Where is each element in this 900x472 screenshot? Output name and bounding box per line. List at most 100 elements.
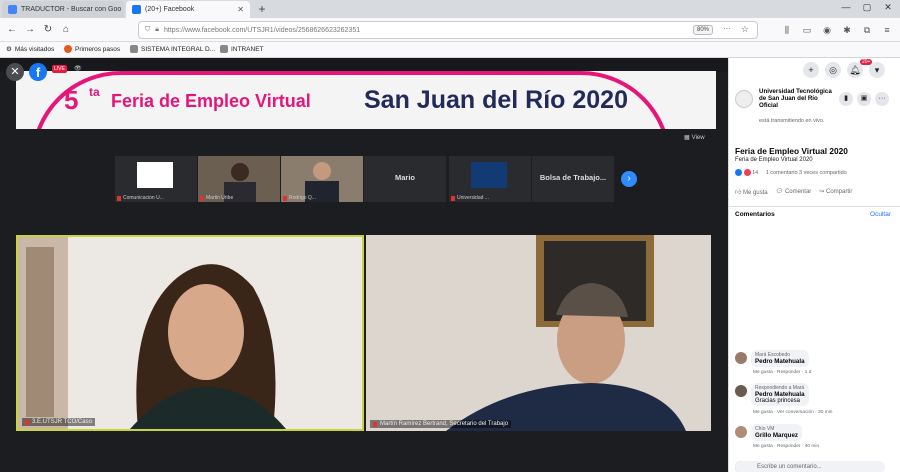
- like-label: Me gusta: [742, 190, 768, 196]
- share-icon: ↪: [819, 189, 825, 195]
- create-icon[interactable]: +: [803, 62, 819, 78]
- bookmark-label: Más visitados: [14, 45, 55, 53]
- tab-strip: TRADUCTOR - Buscar con Goo ✕ (20+) Faceb…: [0, 0, 900, 18]
- minimize-button[interactable]: —: [836, 2, 856, 12]
- comment-meta[interactable]: Me gusta · Responder · 40 min: [753, 444, 819, 449]
- post-subtitle: Feria de Empleo Virtual 2020: [735, 157, 813, 163]
- participant-thumbnail[interactable]: Bolsa de Trabajo...: [532, 156, 614, 202]
- comment-text: Gracias princesa: [755, 398, 801, 404]
- page-icon: [130, 45, 138, 53]
- comment-bubble: Respondiendo a Mará Pedro Matehuala Grac…: [751, 383, 809, 406]
- firefox-icon: [64, 45, 72, 53]
- library-icon[interactable]: ⫼: [780, 23, 794, 37]
- mic-muted-icon: [25, 419, 29, 425]
- browser-toolbar: ← → ↻ ⌂ ⛉ 🔒︎ https://www.facebook.com/UT…: [0, 18, 900, 42]
- page-avatar[interactable]: [735, 90, 753, 108]
- participant-name: Universidad ...: [457, 195, 489, 201]
- participant-thumbnail[interactable]: Martin Uribe: [198, 156, 280, 202]
- tab-label: TRADUCTOR - Buscar con Goo: [21, 6, 122, 13]
- participant-strip: Comunicacion U... Martin Uribe Rodrigo Q…: [0, 156, 728, 202]
- comment-meta[interactable]: Me gusta · Responder · 1 d: [753, 370, 811, 375]
- comments-shares-count[interactable]: 1 comentario 3 veces compartido: [766, 170, 847, 176]
- close-window-button[interactable]: ✕: [878, 2, 898, 13]
- reload-button[interactable]: ↻: [40, 22, 56, 38]
- account-menu-icon[interactable]: ▾: [869, 62, 885, 78]
- banner-superscript: ta: [89, 85, 100, 99]
- home-icon[interactable]: ⌂: [58, 22, 74, 38]
- like-button[interactable]: 👍︎ Me gusta: [735, 188, 768, 196]
- messenger-icon[interactable]: ◎: [825, 62, 841, 78]
- comment-author[interactable]: Pedro Matehuala: [755, 358, 805, 365]
- maximize-button[interactable]: ▢: [857, 2, 877, 13]
- next-participants-button[interactable]: ›: [621, 171, 637, 187]
- reactions-row[interactable]: 14 1 comentario 3 veces compartido: [735, 169, 895, 176]
- close-tab-icon[interactable]: ✕: [237, 5, 244, 14]
- share-button[interactable]: ↪ Compartir: [819, 188, 852, 196]
- speaker-tile[interactable]: Martín Ramírez Bertrand, Secretario del …: [366, 235, 711, 431]
- hide-comments-button[interactable]: Ocultar: [870, 211, 891, 218]
- comment-icon: 💬︎: [775, 189, 784, 195]
- view-toggle-button[interactable]: ▦ View: [684, 134, 705, 142]
- mic-muted-icon: [451, 195, 455, 201]
- comment-bubble: Chío VM Grillo Marquez: [751, 424, 802, 441]
- close-player-button[interactable]: ✕: [6, 63, 24, 81]
- participant-thumbnail[interactable]: Rodrigo Q...: [281, 156, 363, 202]
- avatar[interactable]: [735, 352, 747, 364]
- more-options-icon[interactable]: ···: [875, 92, 889, 106]
- save-icon[interactable]: ▮: [839, 92, 853, 106]
- video-player[interactable]: ✕ f LIVE 👁︎ 5 ta Feria de Empleo Virtual…: [0, 58, 728, 472]
- bookmark-item[interactable]: Primeros pasos: [64, 45, 120, 53]
- participant-thumbnail[interactable]: Universidad ...: [449, 156, 531, 202]
- bookmark-item[interactable]: INTRANET: [220, 45, 264, 53]
- new-tab-button[interactable]: +: [254, 1, 270, 17]
- sidebar-icon[interactable]: ▭: [800, 23, 814, 37]
- page-name[interactable]: Universidad Tecnológica de San Juan del …: [759, 88, 833, 109]
- account-icon[interactable]: ◉: [820, 23, 834, 37]
- thumbs-up-icon: 👍︎: [735, 190, 742, 196]
- mic-muted-icon: [373, 421, 377, 427]
- participant-name: Mario: [394, 173, 415, 182]
- avatar[interactable]: [735, 426, 747, 438]
- page-icon: [220, 45, 228, 53]
- participant-name: Comunicacion U...: [123, 195, 164, 201]
- page-actions-icon[interactable]: ···: [723, 24, 731, 33]
- bookmark-label: SISTEMA INTEGRAL D...: [141, 45, 216, 53]
- sidebar-top-bar: + ◎ 🔔︎ 20+ ▾: [729, 58, 900, 84]
- lock-icon: 🔒︎: [155, 26, 159, 33]
- speaker-video: [18, 237, 362, 429]
- mic-muted-icon: [200, 195, 204, 201]
- comment-author[interactable]: Grillo Marquez: [755, 432, 798, 439]
- post-actions: 👍︎ Me gusta 💬︎ Comentar ↪ Compartir: [735, 188, 895, 196]
- participant-thumbnail[interactable]: Mario: [364, 156, 446, 202]
- tab-traductor[interactable]: TRADUCTOR - Buscar con Goo ✕: [2, 1, 124, 18]
- comment-meta[interactable]: Me gusta · Ver conversación · 30 min: [753, 410, 832, 415]
- speaker-tile[interactable]: 3.E.UTSJR TCO/Caso: [16, 235, 364, 431]
- grid-icon: ▦: [684, 135, 690, 141]
- screenshot-icon[interactable]: ⧉: [860, 23, 874, 37]
- bookmark-item[interactable]: SISTEMA INTEGRAL D...: [130, 45, 215, 53]
- forward-button[interactable]: →: [22, 22, 38, 38]
- participant-name: Martin Uribe: [206, 195, 234, 201]
- save-video-icon[interactable]: ▣: [857, 92, 871, 106]
- tab-facebook[interactable]: (20+) Facebook ✕: [126, 1, 250, 18]
- banner-city-year: San Juan del Río 2020: [364, 86, 628, 114]
- extension-icon[interactable]: ✱: [840, 23, 854, 37]
- url-text: https://www.facebook.com/UTSJR1/videos/2…: [163, 26, 361, 34]
- comment-button[interactable]: 💬︎ Comentar: [776, 188, 812, 196]
- back-button[interactable]: ←: [4, 22, 20, 38]
- bookmark-star-icon[interactable]: ☆: [741, 24, 749, 35]
- bookmark-item[interactable]: ⚙ Más visitados: [6, 45, 55, 54]
- player-top-bar: [0, 58, 728, 72]
- speaker-name: 3.E.UTSJR TCO/Caso: [32, 419, 92, 425]
- avatar[interactable]: [735, 385, 747, 397]
- zoom-level[interactable]: 80%: [692, 25, 713, 35]
- banner-title: Feria de Empleo Virtual: [111, 91, 311, 111]
- facebook-logo-icon[interactable]: f: [29, 63, 47, 81]
- speaker-name: Martín Ramírez Bertrand, Secretario del …: [380, 421, 509, 427]
- comment-author[interactable]: Pedro Matehuala: [755, 391, 805, 398]
- mic-muted-icon: [117, 195, 121, 201]
- menu-icon[interactable]: ≡: [880, 23, 894, 37]
- comment-input[interactable]: Escribe un comentario...: [735, 461, 885, 472]
- address-bar[interactable]: ⛉ 🔒︎ https://www.facebook.com/UTSJR1/vid…: [138, 21, 758, 39]
- participant-thumbnail[interactable]: Comunicacion U...: [115, 156, 197, 202]
